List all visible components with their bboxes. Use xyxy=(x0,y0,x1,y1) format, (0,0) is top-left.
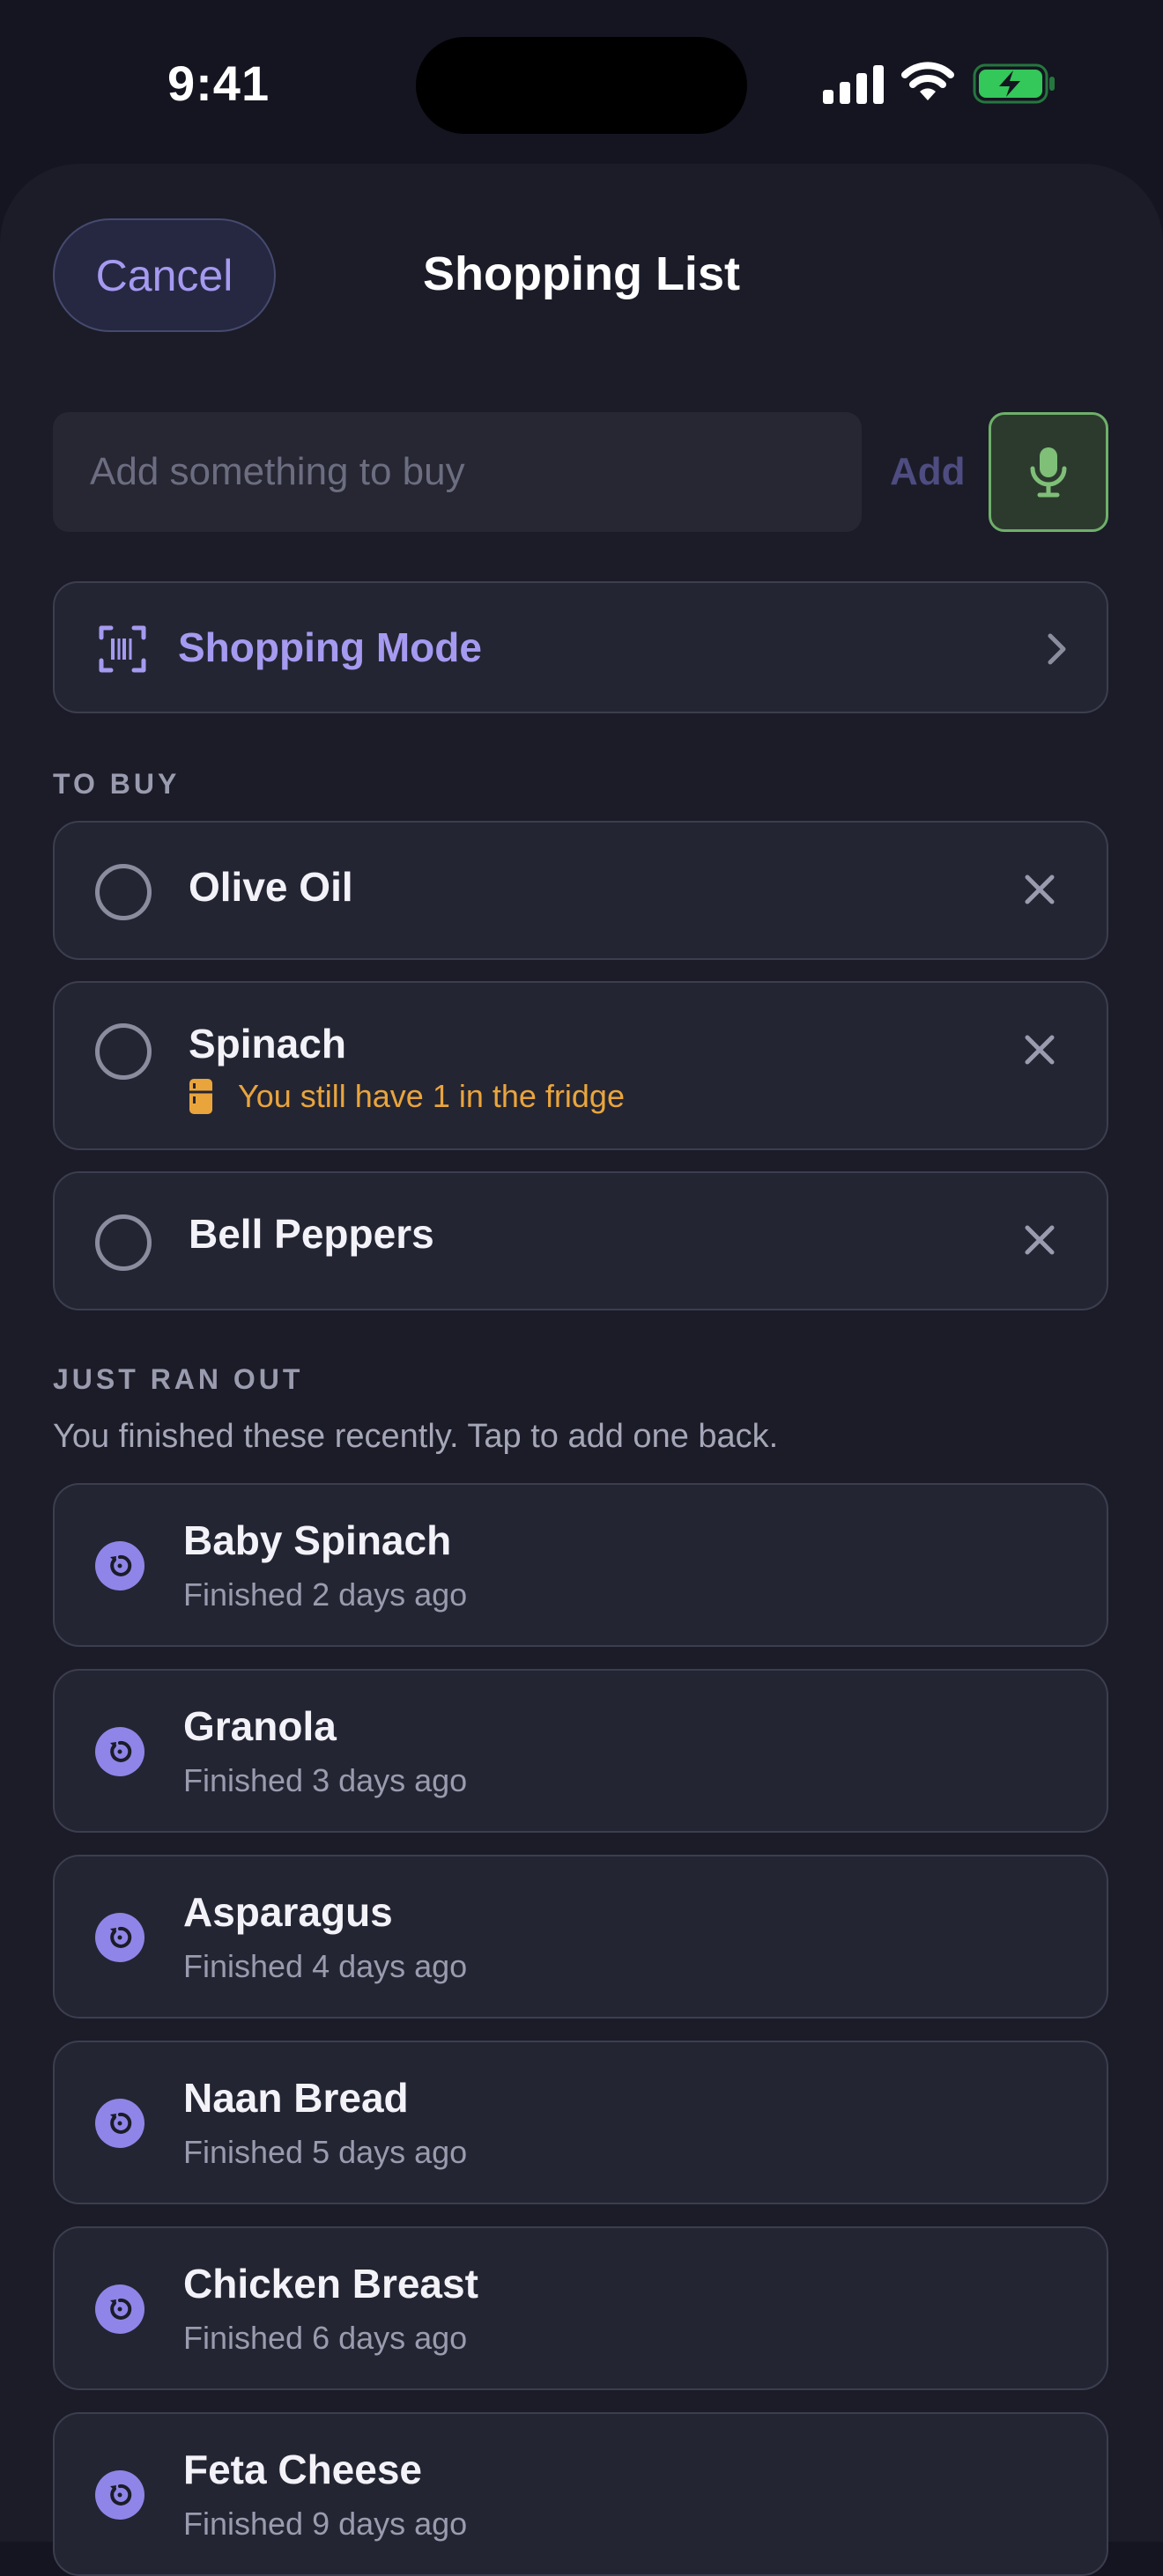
add-button[interactable]: Add xyxy=(890,412,966,532)
item-name: Olive Oil xyxy=(189,864,353,910)
finished-date: Finished 4 days ago xyxy=(183,1948,468,1984)
to-buy-heading: TO BUY xyxy=(53,768,181,800)
ran-out-item[interactable]: Chicken Breast Finished 6 days ago xyxy=(53,2226,1108,2390)
list-item[interactable]: Olive Oil xyxy=(53,821,1108,960)
battery-charging-icon xyxy=(973,63,1055,104)
close-icon[interactable] xyxy=(1024,1224,1056,1256)
add-item-input[interactable] xyxy=(53,412,862,532)
restore-icon xyxy=(95,1727,144,1776)
microphone-icon xyxy=(1030,447,1067,498)
checkbox-circle[interactable] xyxy=(95,1023,152,1080)
cellular-signal-icon xyxy=(823,65,884,104)
fridge-note-text: You still have 1 in the fridge xyxy=(238,1078,625,1114)
shopping-mode-label: Shopping Mode xyxy=(178,624,482,670)
restore-icon xyxy=(95,2099,144,2148)
finished-date: Finished 2 days ago xyxy=(183,1576,468,1613)
finished-date: Finished 6 days ago xyxy=(183,2320,468,2356)
restore-icon xyxy=(95,1913,144,1962)
chevron-right-icon xyxy=(1048,633,1066,665)
close-icon[interactable] xyxy=(1024,874,1056,905)
item-name: Granola xyxy=(183,1703,337,1749)
list-item[interactable]: Spinach You still have 1 in the fridge xyxy=(53,981,1108,1150)
item-name: Feta Cheese xyxy=(183,2447,423,2492)
just-ran-out-heading: JUST RAN OUT xyxy=(53,1363,304,1395)
just-ran-out-hint: You finished these recently. Tap to add … xyxy=(53,1418,779,1455)
restore-icon xyxy=(95,2470,144,2520)
ran-out-item[interactable]: Granola Finished 3 days ago xyxy=(53,1669,1108,1833)
status-time: 9:41 xyxy=(167,55,270,111)
ran-out-item[interactable]: Feta Cheese Finished 9 days ago xyxy=(53,2412,1108,2576)
fridge-note: You still have 1 in the fridge xyxy=(189,1078,625,1115)
restore-icon xyxy=(95,2284,144,2334)
barcode-scan-icon xyxy=(99,625,146,673)
item-name: Chicken Breast xyxy=(183,2261,478,2307)
ran-out-item[interactable]: Asparagus Finished 4 days ago xyxy=(53,1855,1108,2019)
list-item[interactable]: Bell Peppers xyxy=(53,1171,1108,1310)
item-name: Asparagus xyxy=(183,1889,393,1935)
finished-date: Finished 3 days ago xyxy=(183,1762,468,1798)
close-icon[interactable] xyxy=(1024,1034,1056,1066)
item-name: Baby Spinach xyxy=(183,1517,452,1563)
restore-icon xyxy=(95,1541,144,1591)
checkbox-circle[interactable] xyxy=(95,864,152,920)
dynamic-island xyxy=(416,37,747,134)
item-name: Naan Bread xyxy=(183,2075,409,2121)
ran-out-item[interactable]: Naan Bread Finished 5 days ago xyxy=(53,2041,1108,2204)
ran-out-item[interactable]: Baby Spinach Finished 2 days ago xyxy=(53,1483,1108,1647)
status-bar: 9:41 xyxy=(0,0,1163,167)
finished-date: Finished 5 days ago xyxy=(183,2134,468,2170)
page-title: Shopping List xyxy=(423,247,740,300)
finished-date: Finished 9 days ago xyxy=(183,2506,468,2542)
fridge-icon xyxy=(189,1079,212,1114)
voice-input-button[interactable] xyxy=(989,412,1108,532)
wifi-icon xyxy=(901,62,954,100)
checkbox-circle[interactable] xyxy=(95,1214,152,1271)
item-name: Bell Peppers xyxy=(189,1211,434,1257)
shopping-list-sheet: Cancel Shopping List Add Shopping Mode T… xyxy=(0,164,1163,2576)
item-name: Spinach xyxy=(189,1021,346,1067)
shopping-mode-button[interactable]: Shopping Mode xyxy=(53,581,1108,713)
